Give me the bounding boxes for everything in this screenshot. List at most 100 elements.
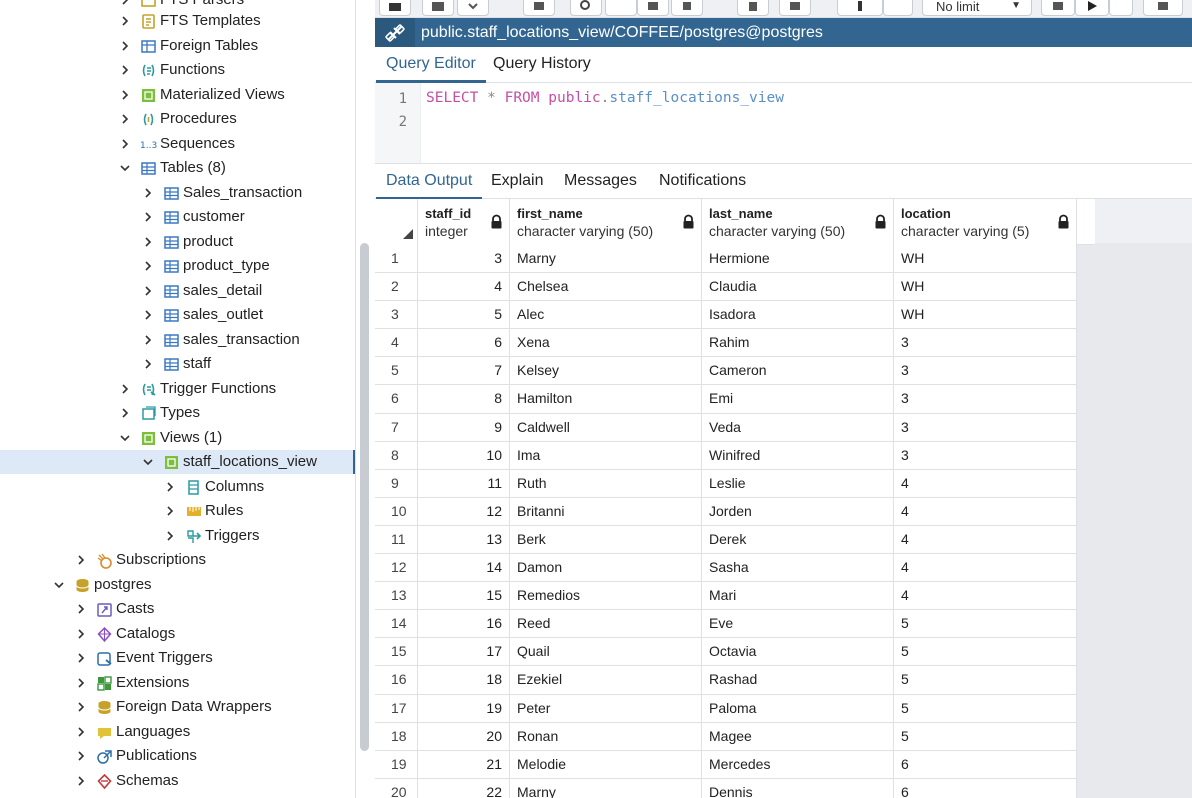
chevron-down-icon[interactable] [141, 455, 155, 469]
row-number-cell[interactable]: 12 [375, 554, 418, 583]
data-cell[interactable]: Rashad [702, 666, 894, 695]
table-row[interactable]: 8 10 Ima Winifred 3 [375, 441, 1077, 470]
data-cell[interactable]: 3 [894, 329, 1077, 358]
tree-node[interactable]: Event Triggers [0, 646, 355, 670]
row-number-cell[interactable]: 6 [375, 385, 418, 414]
data-cell[interactable]: 5 [894, 722, 1077, 751]
data-cell[interactable]: 10 [418, 441, 510, 470]
chevron-right-icon[interactable] [74, 749, 88, 763]
data-cell[interactable]: Hamilton [510, 385, 702, 414]
row-number-cell[interactable]: 16 [375, 666, 418, 695]
chevron-right-icon[interactable] [141, 235, 155, 249]
data-cell[interactable]: 14 [418, 554, 510, 583]
data-cell[interactable]: Peter [510, 694, 702, 723]
data-cell[interactable]: Winifred [702, 441, 894, 470]
table-row[interactable]: 3 5 Alec Isadora WH [375, 301, 1077, 330]
tree-node[interactable]: customer [0, 205, 355, 229]
tree-node[interactable]: Subscriptions [0, 548, 355, 572]
table-row[interactable]: 14 16 Reed Eve 5 [375, 610, 1077, 639]
data-cell[interactable]: Jorden [702, 497, 894, 526]
tab-query-history[interactable]: Query History [483, 47, 601, 83]
row-limit-select[interactable]: No limit ▼ [922, 0, 1032, 16]
tree-node[interactable]: Casts [0, 597, 355, 621]
data-cell[interactable]: 5 [894, 694, 1077, 723]
sql-editor[interactable]: 1 2 SELECT * FROM public.staff_locations… [375, 83, 1192, 163]
chevron-right-icon[interactable] [118, 112, 132, 126]
table-row[interactable]: 5 7 Kelsey Cameron 3 [375, 357, 1077, 386]
tree-node[interactable]: Views (1) [0, 426, 355, 450]
chevron-right-icon[interactable] [118, 0, 132, 7]
row-number-cell[interactable]: 15 [375, 638, 418, 667]
data-cell[interactable]: Kelsey [510, 357, 702, 386]
chevron-right-icon[interactable] [118, 137, 132, 151]
tree-node[interactable]: sales_transaction [0, 328, 355, 352]
row-number-cell[interactable]: 3 [375, 301, 418, 330]
tree-node[interactable]: Trigger Functions [0, 377, 355, 401]
execute-button[interactable] [1075, 0, 1109, 16]
column-header-last-name[interactable]: last_name character varying (50) [702, 199, 894, 245]
tree-node[interactable]: product [0, 230, 355, 254]
data-cell[interactable]: 7 [418, 357, 510, 386]
chevron-right-icon[interactable] [74, 627, 88, 641]
chevron-right-icon[interactable] [118, 63, 132, 77]
sql-code-line[interactable]: SELECT * FROM public.staff_locations_vie… [426, 90, 784, 106]
data-cell[interactable]: 17 [418, 638, 510, 667]
row-number-cell[interactable]: 14 [375, 610, 418, 639]
data-cell[interactable]: 3 [894, 357, 1077, 386]
data-cell[interactable]: 19 [418, 694, 510, 723]
tab-notifications[interactable]: Notifications [649, 164, 756, 200]
data-cell[interactable]: WH [894, 301, 1077, 330]
data-cell[interactable]: 8 [418, 385, 510, 414]
data-cell[interactable]: 22 [418, 778, 510, 798]
data-cell[interactable]: Veda [702, 413, 894, 442]
row-number-cell[interactable]: 5 [375, 357, 418, 386]
data-cell[interactable]: Damon [510, 554, 702, 583]
row-number-cell[interactable]: 2 [375, 273, 418, 302]
data-cell[interactable]: Emi [702, 385, 894, 414]
tree-node[interactable]: Columns [0, 475, 355, 499]
column-header-location[interactable]: location character varying (5) [894, 199, 1077, 245]
chevron-right-icon[interactable] [74, 774, 88, 788]
table-row[interactable]: 16 18 Ezekiel Rashad 5 [375, 666, 1077, 695]
data-cell[interactable]: 12 [418, 497, 510, 526]
data-cell[interactable]: Claudia [702, 273, 894, 302]
data-cell[interactable]: Paloma [702, 694, 894, 723]
data-cell[interactable]: 3 [894, 413, 1077, 442]
data-cell[interactable]: 21 [418, 750, 510, 779]
chevron-right-icon[interactable] [118, 382, 132, 396]
chevron-right-icon[interactable] [163, 504, 177, 518]
table-row[interactable]: 18 20 Ronan Magee 5 [375, 722, 1077, 751]
tree-node[interactable]: Foreign Data Wrappers [0, 695, 355, 719]
tree-node[interactable]: Sales_transaction [0, 181, 355, 205]
row-number-cell[interactable]: 13 [375, 582, 418, 611]
tree-node[interactable]: Publications [0, 744, 355, 768]
table-row[interactable]: 2 4 Chelsea Claudia WH [375, 273, 1077, 302]
data-cell[interactable]: Ruth [510, 469, 702, 498]
data-cell[interactable]: Caldwell [510, 413, 702, 442]
edit-button[interactable] [523, 0, 555, 16]
data-cell[interactable]: 4 [894, 469, 1077, 498]
chevron-right-icon[interactable] [141, 186, 155, 200]
table-row[interactable]: 17 19 Peter Paloma 5 [375, 694, 1077, 723]
column-header-staff-id[interactable]: staff_id integer [418, 199, 510, 245]
data-cell[interactable]: 3 [418, 245, 510, 274]
data-cell[interactable]: Mari [702, 582, 894, 611]
data-cell[interactable]: WH [894, 273, 1077, 302]
data-cell[interactable]: 9 [418, 413, 510, 442]
table-row[interactable]: 10 12 Britanni Jorden 4 [375, 497, 1077, 526]
tab-query-editor[interactable]: Query Editor [376, 47, 486, 83]
delete-button[interactable] [737, 0, 769, 16]
table-row[interactable]: 12 14 Damon Sasha 4 [375, 554, 1077, 583]
data-cell[interactable]: 6 [418, 329, 510, 358]
chevron-right-icon[interactable] [141, 284, 155, 298]
select-all-cell[interactable] [375, 199, 418, 245]
data-cell[interactable]: 5 [894, 666, 1077, 695]
data-cell[interactable]: Magee [702, 722, 894, 751]
stop-button[interactable] [1041, 0, 1075, 16]
save-dropdown-button[interactable] [457, 0, 489, 16]
data-cell[interactable]: Quail [510, 638, 702, 667]
table-row[interactable]: 13 15 Remedios Mari 4 [375, 582, 1077, 611]
chevron-down-icon[interactable] [52, 578, 66, 592]
data-cell[interactable]: 5 [894, 610, 1077, 639]
table-row[interactable]: 15 17 Quail Octavia 5 [375, 638, 1077, 667]
